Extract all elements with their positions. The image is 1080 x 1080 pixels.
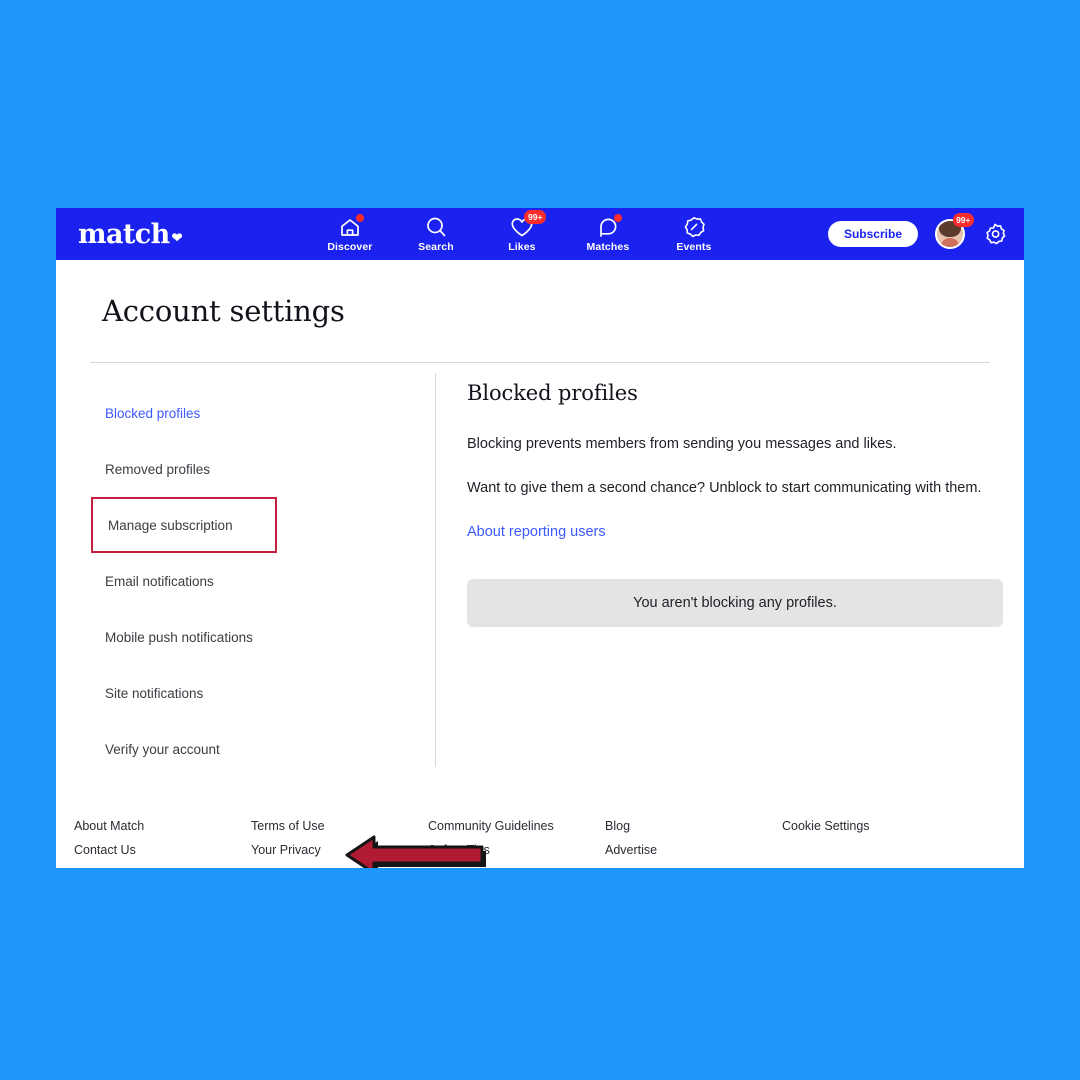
footer-link-contact-us[interactable]: Contact Us — [74, 841, 251, 860]
footer-column-1: About Match Contact Us Careers — [74, 817, 251, 868]
nav-item-search[interactable]: Search — [410, 215, 462, 253]
site-footer: About Match Contact Us Careers Terms of … — [56, 777, 1024, 868]
footer-link-cookie-settings[interactable]: Cookie Settings — [782, 817, 959, 836]
sidebar-item-label: Email notifications — [105, 573, 214, 589]
ticket-icon — [681, 215, 707, 239]
sidebar-item-site-notifications[interactable]: Site notifications — [90, 665, 435, 721]
footer-link-terms-of-use[interactable]: Terms of Use — [251, 817, 428, 836]
nav-label-likes: Likes — [508, 241, 536, 253]
nav-item-events[interactable]: Events — [668, 215, 720, 253]
main-panel: Blocked profiles Blocking prevents membe… — [436, 363, 1024, 777]
panel-paragraph-2: Want to give them a second chance? Unblo… — [467, 480, 982, 497]
heart-icon: ❤ — [171, 230, 183, 246]
footer-column-4: Blog Advertise Success Stories — [605, 817, 782, 868]
footer-link-advertise[interactable]: Advertise — [605, 841, 782, 860]
avatar-badge-count: 99+ — [952, 213, 974, 227]
sidebar-item-label: Removed profiles — [105, 461, 211, 477]
nav-label-matches: Matches — [586, 241, 630, 253]
footer-column-2: Terms of Use Your Privacy Cookie Policy — [251, 817, 428, 868]
nav-label-search: Search — [418, 241, 454, 253]
nav-item-likes[interactable]: 99+ Likes — [496, 210, 548, 253]
match-app-window: match ❤ Discover Search 99+ Likes Matche… — [56, 208, 1024, 868]
footer-link-success-stories[interactable]: Success Stories — [605, 865, 782, 869]
nav-items: Discover Search 99+ Likes Matches Events — [324, 210, 720, 253]
sidebar-item-blocked-profiles[interactable]: Blocked profiles — [90, 385, 435, 441]
nav-right-group: Subscribe 99+ — [827, 208, 1008, 260]
footer-link-safety-tips[interactable]: Safety Tips — [428, 841, 605, 860]
about-reporting-users-link[interactable]: About reporting users — [467, 524, 606, 540]
sidebar-item-email-notifications[interactable]: Email notifications — [90, 553, 435, 609]
nav-item-discover[interactable]: Discover — [324, 214, 376, 253]
avatar[interactable]: 99+ — [935, 213, 974, 249]
sidebar-item-label: Verify your account — [105, 741, 220, 757]
panel-paragraph-1: Blocking prevents members from sending y… — [467, 436, 897, 452]
heart-icon: 99+ — [509, 210, 546, 239]
footer-link-community-guidelines[interactable]: Community Guidelines — [428, 817, 605, 836]
empty-state-text: You aren't blocking any profiles. — [633, 594, 837, 611]
sidebar-item-removed-profiles[interactable]: Removed profiles — [90, 441, 435, 497]
footer-link-about-match[interactable]: About Match — [74, 817, 251, 836]
nav-label-discover: Discover — [327, 241, 373, 253]
nav-item-matches[interactable]: Matches — [582, 214, 634, 253]
chat-bubble-icon — [595, 214, 622, 239]
panel-title: Blocked profiles — [467, 381, 638, 405]
footer-link-careers[interactable]: Careers — [74, 865, 251, 869]
page-header: Account settings — [56, 260, 1024, 328]
footer-column-3: Community Guidelines Safety Tips Media R… — [428, 817, 605, 868]
gear-icon[interactable] — [982, 221, 1008, 247]
sidebar-item-label: Site notifications — [105, 685, 204, 701]
sidebar-item-label: Blocked profiles — [105, 405, 201, 421]
sidebar-item-label: Mobile push notifications — [105, 629, 253, 645]
logo-text: match — [78, 218, 170, 250]
footer-link-cookie-policy[interactable]: Cookie Policy — [251, 865, 428, 869]
nav-label-events: Events — [676, 241, 712, 253]
home-icon — [337, 214, 364, 239]
top-navigation-bar: match ❤ Discover Search 99+ Likes Matche… — [56, 208, 1024, 260]
settings-sidebar: Blocked profiles Removed profiles Manage… — [90, 363, 435, 777]
empty-state-box: You aren't blocking any profiles. — [467, 578, 1003, 627]
footer-link-blog[interactable]: Blog — [605, 817, 782, 836]
search-icon — [423, 215, 449, 239]
match-logo[interactable]: match ❤ — [78, 218, 183, 250]
page-title: Account settings — [102, 294, 345, 328]
sidebar-item-manage-subscription[interactable]: Manage subscription — [91, 497, 277, 553]
subscribe-button[interactable]: Subscribe — [827, 221, 918, 247]
matches-badge-dot — [613, 214, 622, 222]
likes-badge-count: 99+ — [524, 210, 546, 224]
discover-badge-dot — [355, 214, 364, 222]
sidebar-item-verify-your-account[interactable]: Verify your account — [90, 721, 435, 777]
sidebar-item-label: Manage subscription — [108, 517, 233, 533]
sidebar-item-mobile-push-notifications[interactable]: Mobile push notifications — [90, 609, 435, 665]
footer-column-5: Cookie Settings — [782, 817, 959, 868]
content-row: Blocked profiles Removed profiles Manage… — [56, 363, 1024, 868]
footer-link-your-privacy[interactable]: Your Privacy — [251, 841, 428, 860]
footer-link-media-room[interactable]: Media Room — [428, 865, 605, 869]
